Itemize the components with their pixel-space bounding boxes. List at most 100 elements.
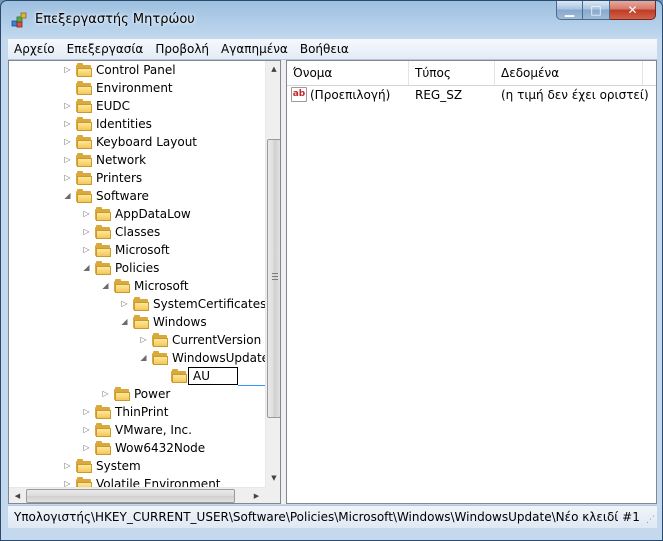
- tree-item-label: System: [96, 459, 141, 473]
- key-tree: ▷ Control Panel Environment ▷ EUDC ▷ Identitie…: [9, 61, 265, 487]
- folder-icon: [152, 351, 168, 365]
- expand-arrow-icon[interactable]: ▷: [63, 65, 72, 74]
- tree-item[interactable]: ▷ EUDC: [9, 97, 265, 115]
- expand-arrow-icon[interactable]: ▷: [63, 461, 72, 470]
- tree-item[interactable]: Environment: [9, 79, 265, 97]
- resize-grip-icon[interactable]: ⋰: [643, 514, 655, 526]
- list-header: Όνομα Τύπος Δεδομένα: [287, 61, 656, 86]
- tree-horizontal-scrollbar[interactable]: ◀ ▶: [9, 487, 265, 503]
- rename-key-input[interactable]: AU: [188, 367, 238, 385]
- expand-arrow-icon[interactable]: ▷: [82, 443, 91, 452]
- expand-arrow-icon[interactable]: ▷: [63, 137, 72, 146]
- tree-item[interactable]: ▷ Control Panel: [9, 61, 265, 79]
- tree-item[interactable]: AU: [9, 367, 265, 386]
- selection-highlight: [238, 367, 265, 386]
- tree-item-label: Power: [134, 387, 171, 401]
- collapse-arrow-icon[interactable]: ◢: [139, 353, 148, 362]
- folder-icon: [171, 369, 187, 383]
- menu-edit[interactable]: Επεξεργασία: [61, 39, 150, 59]
- tree-item[interactable]: ▷ VMware, Inc.: [9, 421, 265, 439]
- folder-icon: [95, 243, 111, 257]
- column-header-type[interactable]: Τύπος: [409, 61, 495, 85]
- expand-arrow-icon[interactable]: ▷: [63, 479, 72, 487]
- menu-view[interactable]: Προβολή: [149, 39, 215, 59]
- tree-item[interactable]: ▷ Wow6432Node: [9, 439, 265, 457]
- tree-item[interactable]: ◢ Software: [9, 187, 265, 205]
- tree-item[interactable]: ▷ System: [9, 457, 265, 475]
- horizontal-scroll-thumb[interactable]: [26, 489, 235, 503]
- folder-icon: [76, 153, 92, 167]
- expand-arrow-icon[interactable]: ▷: [63, 173, 72, 182]
- key-tree-pane[interactable]: ▷ Control Panel Environment ▷ EUDC ▷ Identitie…: [8, 60, 281, 504]
- tree-item-label: EUDC: [96, 99, 130, 113]
- folder-icon: [133, 315, 149, 329]
- tree-item[interactable]: ▷ AppDataLow: [9, 205, 265, 223]
- registry-editor-window: Επεξεργαστής Μητρώου ▁ □ ✕ Αρχείο Επεξερ…: [0, 0, 663, 541]
- menu-file[interactable]: Αρχείο: [8, 39, 61, 59]
- folder-icon: [114, 387, 130, 401]
- scroll-down-button[interactable]: ▼: [266, 470, 280, 487]
- collapse-arrow-icon[interactable]: ◢: [82, 263, 91, 272]
- column-header-name[interactable]: Όνομα: [287, 61, 409, 85]
- collapse-arrow-icon[interactable]: ◢: [120, 317, 129, 326]
- close-button[interactable]: ✕: [610, 1, 656, 20]
- folder-icon: [76, 135, 92, 149]
- value-name: (Προεπιλογή): [310, 88, 391, 102]
- tree-item-label: Policies: [115, 261, 160, 275]
- maximize-button[interactable]: □: [583, 1, 610, 20]
- menu-help[interactable]: Βοήθεια: [294, 39, 355, 59]
- tree-item[interactable]: ▷ SystemCertificates: [9, 295, 265, 313]
- folder-icon: [76, 81, 92, 95]
- minimize-button[interactable]: ▁: [556, 1, 583, 20]
- expand-arrow-icon[interactable]: ▷: [82, 245, 91, 254]
- tree-item[interactable]: ▷ Keyboard Layout: [9, 133, 265, 151]
- tree-item[interactable]: ◢ Microsoft: [9, 277, 265, 295]
- tree-item[interactable]: ▷ Network: [9, 151, 265, 169]
- tree-item[interactable]: ◢ WindowsUpdate: [9, 349, 265, 367]
- expand-arrow-icon[interactable]: ▷: [82, 227, 91, 236]
- expand-arrow-icon[interactable]: ▷: [120, 299, 129, 308]
- expand-arrow-icon[interactable]: ▷: [139, 335, 148, 344]
- tree-item-label: Microsoft: [134, 279, 189, 293]
- tree-item-label: ThinPrint: [115, 405, 169, 419]
- collapse-arrow-icon[interactable]: ◢: [101, 281, 110, 290]
- expand-arrow-icon[interactable]: ▷: [63, 101, 72, 110]
- tree-item[interactable]: ▷ Printers: [9, 169, 265, 187]
- regedit-icon: [11, 12, 27, 28]
- expand-arrow-icon[interactable]: ▷: [82, 425, 91, 434]
- tree-item[interactable]: ▷ Microsoft: [9, 241, 265, 259]
- tree-vertical-scrollbar[interactable]: ▲ ▼: [265, 61, 280, 487]
- tree-item-label: Control Panel: [96, 63, 176, 77]
- title-bar[interactable]: Επεξεργαστής Μητρώου ▁ □ ✕: [1, 1, 662, 39]
- expand-arrow-icon[interactable]: ▷: [82, 407, 91, 416]
- expand-arrow-icon[interactable]: ▷: [82, 209, 91, 218]
- folder-icon: [95, 405, 111, 419]
- tree-item[interactable]: ▷ Classes: [9, 223, 265, 241]
- tree-item[interactable]: ◢ Windows: [9, 313, 265, 331]
- tree-item[interactable]: ▷ CurrentVersion: [9, 331, 265, 349]
- scroll-right-button[interactable]: ▶: [248, 488, 265, 503]
- tree-item[interactable]: ▷ ThinPrint: [9, 403, 265, 421]
- tree-item[interactable]: ▷ Identities: [9, 115, 265, 133]
- tree-item-label: CurrentVersion: [172, 333, 262, 347]
- column-header-data[interactable]: Δεδομένα: [495, 61, 643, 85]
- scroll-left-button[interactable]: ◀: [9, 488, 26, 503]
- expand-arrow-icon[interactable]: ▷: [63, 119, 72, 128]
- tree-item[interactable]: ◢ Policies: [9, 259, 265, 277]
- collapse-arrow-icon[interactable]: ◢: [63, 191, 72, 200]
- tree-item[interactable]: ▷ Volatile Environment: [9, 475, 265, 487]
- tree-item-label: SystemCertificates: [153, 297, 265, 311]
- caption-buttons: ▁ □ ✕: [556, 1, 656, 21]
- tree-item[interactable]: ▷ Power: [9, 385, 265, 403]
- values-list-pane[interactable]: Όνομα Τύπος Δεδομένα ab (Προεπιλογή) REG…: [286, 60, 657, 504]
- vertical-scroll-thumb[interactable]: [267, 139, 280, 418]
- menu-favorites[interactable]: Αγαπημένα: [215, 39, 294, 59]
- list-item[interactable]: ab (Προεπιλογή) REG_SZ (η τιμή δεν έχει …: [287, 86, 656, 104]
- menu-bar: Αρχείο Επεξεργασία Προβολή Αγαπημένα Βοή…: [8, 39, 657, 60]
- folder-icon: [152, 333, 168, 347]
- status-bar: Υπολογιστής\HKEY_CURRENT_USER\Software\P…: [8, 505, 657, 528]
- scroll-up-button[interactable]: ▲: [266, 61, 280, 78]
- expand-arrow-icon[interactable]: ▷: [101, 389, 110, 398]
- status-path: Υπολογιστής\HKEY_CURRENT_USER\Software\P…: [14, 510, 640, 524]
- expand-arrow-icon[interactable]: ▷: [63, 155, 72, 164]
